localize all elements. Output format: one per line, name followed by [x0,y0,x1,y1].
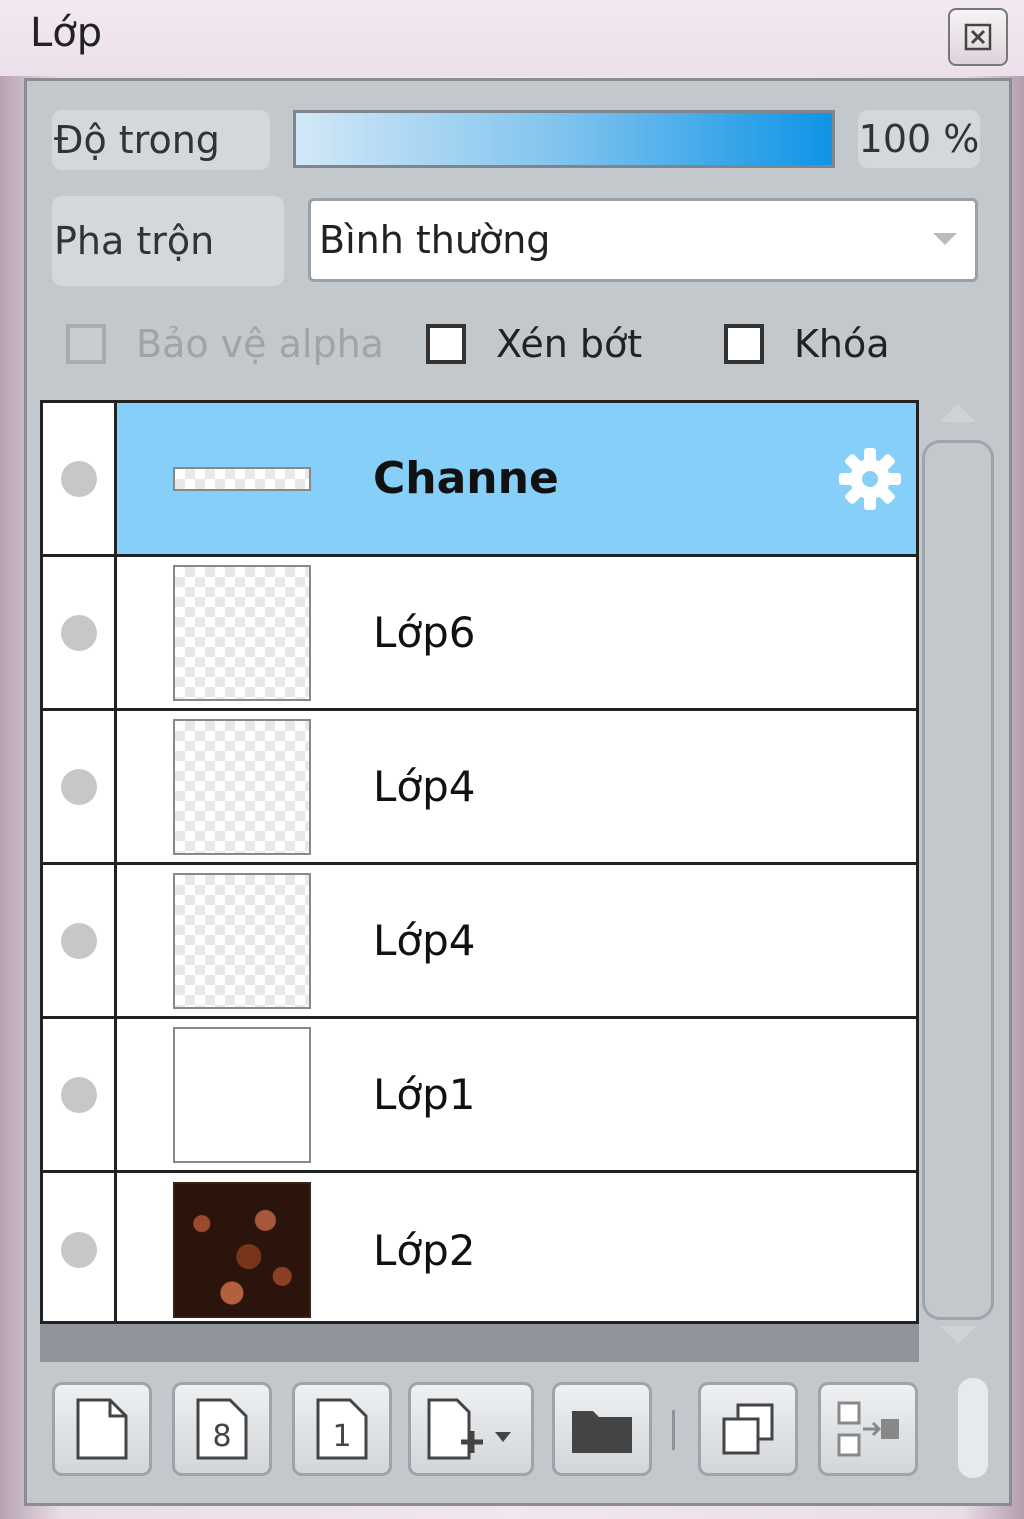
duplicate-layer-button[interactable] [698,1382,798,1476]
blend-mode-value: Bình thường [319,218,551,262]
layer-list: Channe Lớp6 Lớp4 Lớp4 Lớp1 Lớp2 [40,400,919,1324]
opacity-slider[interactable] [293,110,835,168]
protect-alpha-checkbox[interactable]: Bảo vệ alpha [66,322,384,366]
new-layer-button[interactable] [52,1382,152,1476]
layer-thumbnail [173,872,311,1009]
folder-icon [572,1411,632,1453]
blend-mode-label: Pha trộn [52,196,284,286]
layer-thumbnail [173,718,311,855]
add-layer-menu-button[interactable] [408,1382,534,1476]
scroll-down-arrow-icon[interactable] [940,1326,976,1344]
visibility-dot-icon [61,460,97,497]
layer-thumbnail [173,466,311,491]
visibility-toggle[interactable] [43,1019,117,1170]
layer-row[interactable]: Lớp1 [43,1019,916,1173]
visibility-dot-icon [61,922,97,959]
layer-row[interactable]: Lớp6 [43,557,916,711]
close-button[interactable] [948,8,1008,66]
layer-row[interactable]: Channe [43,403,916,557]
layer-row[interactable]: Lớp4 [43,865,916,1019]
visibility-toggle[interactable] [43,711,117,862]
checkbox-label: Bảo vệ alpha [136,322,384,366]
checkbox-box [66,324,106,364]
scrollbar[interactable] [922,440,994,1320]
checkbox-label: Xén bớt [496,322,643,366]
new-1bit-layer-icon: 1 [316,1398,368,1460]
svg-text:8: 8 [212,1419,231,1454]
checkbox-box [426,324,466,364]
checkbox-label: Khóa [794,322,890,366]
new-1bit-layer-button[interactable]: 1 [292,1382,392,1476]
layer-thumbnail [173,564,311,701]
gear-icon[interactable] [835,444,905,514]
visibility-dot-icon [61,768,97,805]
resize-grip[interactable] [958,1378,988,1478]
merge-down-icon [837,1401,899,1457]
add-layer-menu-icon [427,1398,511,1460]
scroll-up-arrow-icon[interactable] [940,404,976,422]
visibility-dot-icon [61,1076,97,1113]
layer-name: Lớp1 [373,1070,476,1119]
new-8bit-layer-icon: 8 [196,1398,248,1460]
layer-row[interactable]: Lớp4 [43,711,916,865]
layer-row[interactable]: Lớp2 [43,1173,916,1321]
visibility-toggle[interactable] [43,1173,117,1321]
close-icon [964,23,992,51]
layer-name: Lớp2 [373,1225,476,1275]
visibility-toggle[interactable] [43,403,117,554]
opacity-value: 100 % [858,110,980,168]
toolbar-separator [672,1410,675,1450]
layer-name: Lớp4 [373,916,476,965]
layer-name: Channe [373,453,559,504]
layer-thumbnail [173,1182,311,1318]
merge-down-button[interactable] [818,1382,918,1476]
list-footer [40,1324,919,1362]
blend-mode-select[interactable]: Bình thường [308,198,978,282]
chevron-down-icon [933,233,957,245]
svg-text:1: 1 [332,1419,351,1454]
clipping-checkbox[interactable]: Xén bớt [426,322,642,366]
lock-checkbox[interactable]: Khóa [724,322,890,366]
layer-thumbnail [173,1026,311,1163]
layer-name: Lớp4 [373,762,476,811]
layer-name: Lớp6 [373,608,476,657]
duplicate-icon [722,1403,774,1455]
opacity-label: Độ trong [52,110,270,170]
visibility-dot-icon [61,1232,97,1268]
visibility-toggle[interactable] [43,865,117,1016]
new-layer-icon [76,1398,128,1460]
new-8bit-layer-button[interactable]: 8 [172,1382,272,1476]
title-bar: Lớp [0,0,1024,76]
checkbox-box [724,324,764,364]
window-title: Lớp [30,10,103,56]
new-folder-button[interactable] [552,1382,652,1476]
visibility-toggle[interactable] [43,557,117,708]
visibility-dot-icon [61,614,97,651]
